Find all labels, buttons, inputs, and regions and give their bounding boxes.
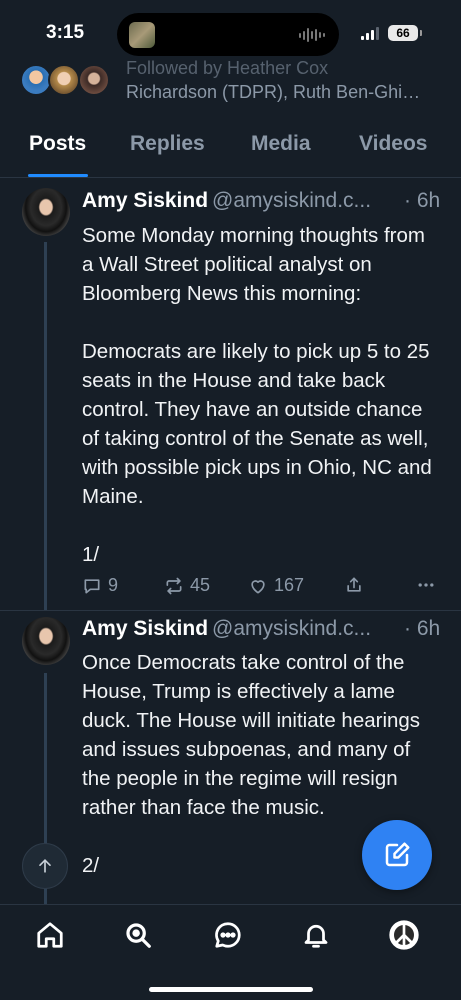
post-text: Some Monday morning thoughts from a Wall… [82,224,432,566]
status-time: 3:15 [46,22,85,43]
author-handle[interactable]: @amysiskind.c... [212,617,371,640]
reply-icon [84,578,100,593]
avatar [78,64,110,96]
post-time: · 6h [404,617,441,640]
chat-icon [215,922,241,948]
followed-by-line-1: Followed by Heather Cox [126,58,329,78]
tab-posts[interactable]: Posts [29,132,86,156]
avatar [48,64,80,96]
active-tab-indicator [28,174,88,177]
dynamic-island[interactable] [117,13,339,56]
like-icon [251,579,265,593]
repost-icon [166,577,182,594]
thread-line [44,242,47,610]
post-card[interactable]: Amy Siskind @amysiskind.c... · 6h Some Mo… [0,178,461,610]
cellular-signal-icon [361,27,379,40]
reply-count: 9 [108,575,119,595]
repost-count: 45 [190,575,211,595]
nav-home[interactable] [34,919,66,951]
bottom-navigation [0,904,461,1000]
nav-notifications[interactable] [300,919,332,951]
now-playing-artwork [129,22,155,48]
followed-by-line-2: Richardson (TDPR), Ruth Ben-Ghi… [126,82,421,102]
bell-icon [304,924,328,948]
nav-chat[interactable] [212,919,244,951]
post-time: · 6h [404,189,441,212]
nav-search[interactable] [122,919,154,951]
more-icon [418,583,434,587]
avatar[interactable] [22,617,70,665]
nav-profile[interactable] [388,919,420,951]
avatar[interactable] [22,188,70,236]
post-header: Amy Siskind @amysiskind.c... [82,617,371,641]
post-header: Amy Siskind @amysiskind.c... [82,189,371,213]
share-button[interactable] [344,575,364,595]
tab-replies[interactable]: Replies [130,132,205,156]
followed-by-text: Followed by Heather Cox Richardson (TDPR… [126,56,446,104]
scroll-to-top-button[interactable] [22,843,68,889]
arrow-up-icon [39,859,51,873]
post-actions: 9 45 167 [82,575,442,599]
profile-tabs: Posts Replies Media Videos [0,120,461,178]
home-icon [37,922,63,948]
status-bar: 3:15 66 [0,0,461,60]
audio-waveform-icon [299,27,325,43]
compose-button[interactable] [362,820,432,890]
author-handle[interactable]: @amysiskind.c... [212,189,371,212]
battery-indicator: 66 [388,25,422,41]
followed-by-row[interactable]: Followed by Heather Cox Richardson (TDPR… [0,58,461,105]
like-button[interactable]: 167 [248,575,304,596]
tab-videos[interactable]: Videos [359,132,427,156]
peace-icon [389,920,419,950]
author-name[interactable]: Amy Siskind [82,189,208,212]
author-name[interactable]: Amy Siskind [82,617,208,640]
share-icon [347,577,361,592]
like-count: 167 [274,575,305,595]
more-options-button[interactable] [416,575,436,595]
tab-media[interactable]: Media [251,132,311,156]
repost-button[interactable]: 45 [164,575,210,596]
reply-button[interactable]: 9 [82,575,118,596]
home-indicator[interactable] [149,987,313,992]
compose-icon [385,842,410,867]
search-icon [126,923,151,948]
